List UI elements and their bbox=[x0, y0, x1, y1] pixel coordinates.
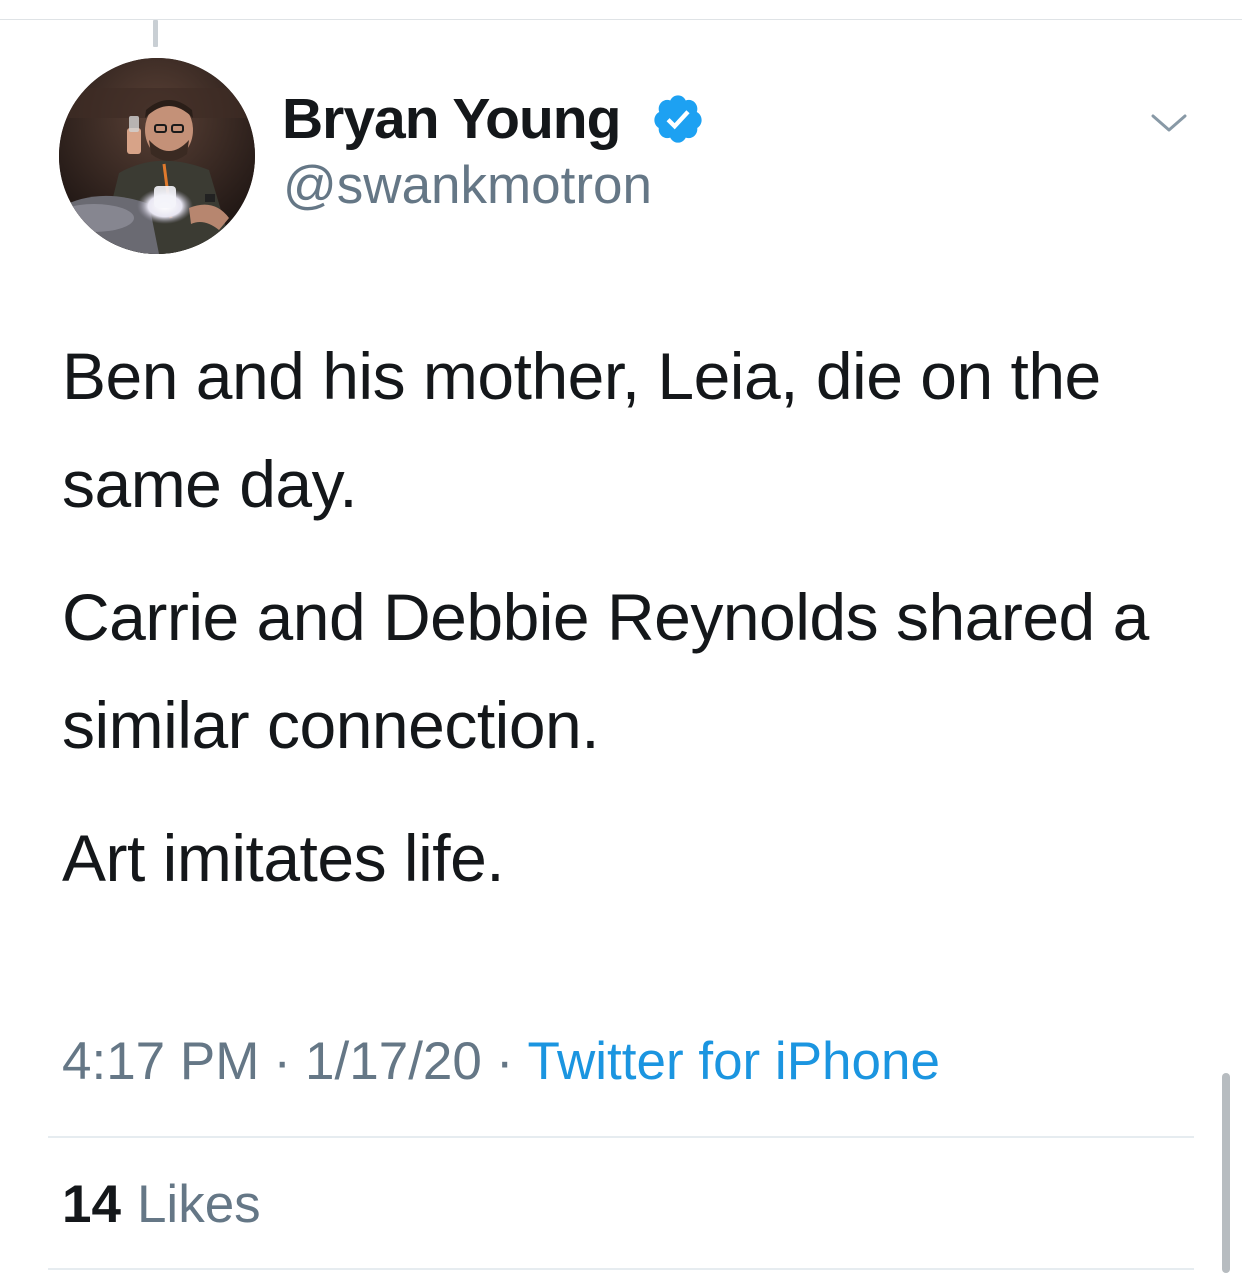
divider bbox=[48, 1136, 1194, 1138]
display-name[interactable]: Bryan Young bbox=[282, 86, 621, 152]
tweet-date[interactable]: 1/17/20 bbox=[305, 1032, 482, 1091]
scrollbar[interactable] bbox=[1222, 1073, 1230, 1273]
user-handle[interactable]: @swankmotron bbox=[283, 153, 652, 219]
tweet-metadata: 4:17 PM · 1/17/20 · Twitter for iPhone bbox=[62, 1026, 940, 1098]
thread-connector-line bbox=[153, 20, 158, 47]
likes-count: 14 bbox=[62, 1175, 121, 1234]
likes-stat[interactable]: 14 Likes bbox=[62, 1170, 261, 1240]
tweet-time[interactable]: 4:17 PM bbox=[62, 1032, 259, 1091]
tweet-source-link[interactable]: Twitter for iPhone bbox=[528, 1032, 940, 1091]
likes-label: Likes bbox=[136, 1175, 261, 1234]
tweet-paragraph: Carrie and Debbie Reynolds shared a simi… bbox=[62, 580, 1149, 762]
user-avatar-photo-icon bbox=[59, 58, 255, 254]
tweet-paragraph: Ben and his mother, Leia, die on the sam… bbox=[62, 339, 1101, 521]
meta-separator: · bbox=[273, 1032, 292, 1091]
top-divider bbox=[0, 19, 1242, 20]
divider bbox=[48, 1268, 1194, 1270]
chevron-down-icon[interactable] bbox=[1150, 108, 1188, 138]
tweet-text: Ben and his mother, Leia, die on the sam… bbox=[62, 322, 1182, 937]
verified-badge-icon bbox=[654, 95, 702, 143]
avatar[interactable] bbox=[59, 58, 255, 254]
meta-separator: · bbox=[495, 1032, 514, 1091]
tweet-paragraph: Art imitates life. bbox=[62, 821, 505, 895]
